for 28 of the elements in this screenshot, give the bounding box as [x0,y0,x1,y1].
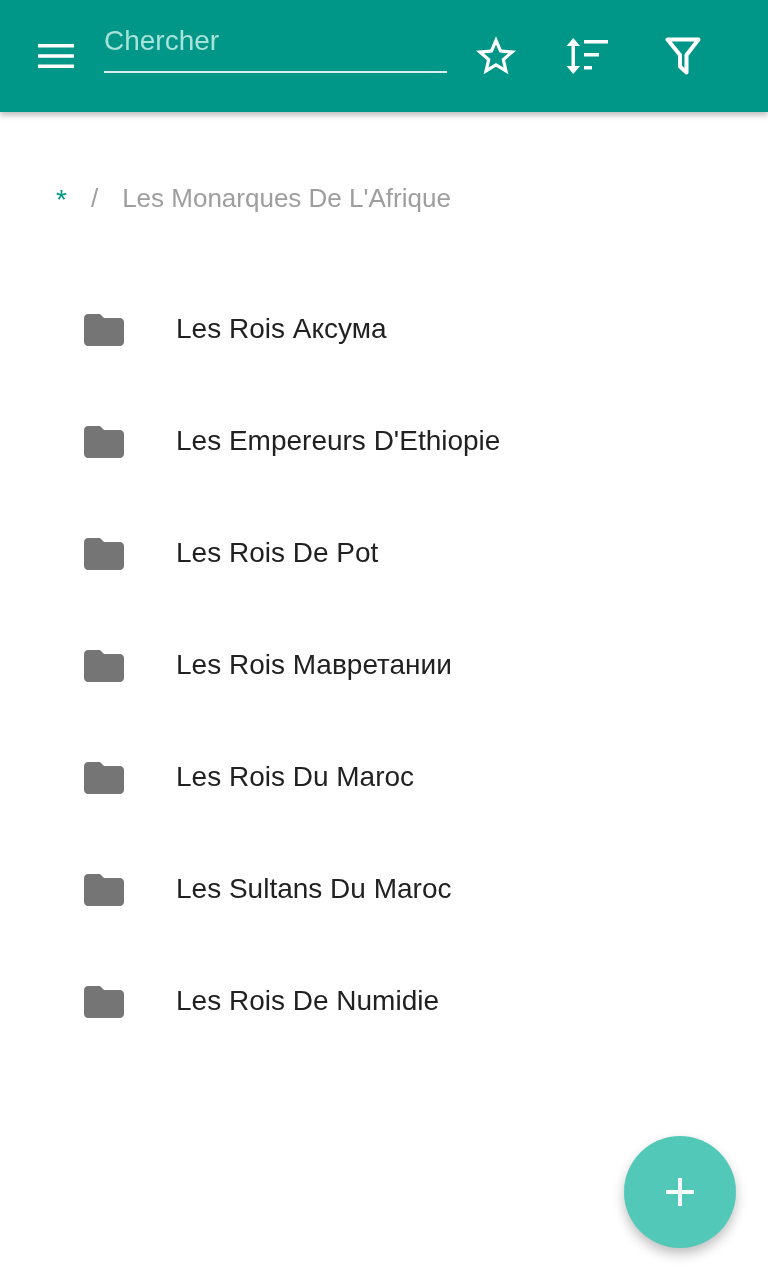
add-button[interactable] [624,1136,736,1248]
sort-button[interactable] [566,38,608,74]
breadcrumb-current: Les Monarques De L'Afrique [122,182,451,214]
folder-icon [84,874,124,906]
folder-item[interactable]: Les Sultans Du Maroc [0,833,768,945]
folder-item[interactable]: Les Rois De Numidie [0,945,768,1057]
folder-item[interactable]: Les Rois De Pot [0,497,768,609]
menu-icon [38,44,74,68]
folder-item[interactable]: Les Empereurs D'Ethiopie [0,385,768,497]
favorites-button[interactable] [476,35,516,75]
star-outline-icon [476,35,516,75]
folder-item[interactable]: Les Rois Мавретании [0,609,768,721]
folder-icon [84,538,124,570]
folder-item[interactable]: Les Rois Аксума [0,273,768,385]
filter-icon [665,37,701,75]
folder-icon [84,426,124,458]
breadcrumb-separator: / [90,182,99,214]
folder-icon [84,314,124,346]
filter-button[interactable] [665,37,701,75]
folder-icon [84,762,124,794]
sort-icon [566,38,608,74]
folder-item[interactable]: Les Rois Du Maroc [0,721,768,833]
search-field[interactable]: Chercher [104,21,447,73]
folder-icon [84,650,124,682]
menu-button[interactable] [38,44,74,68]
plus-icon [666,1178,694,1206]
folder-icon [84,986,124,1018]
breadcrumb-root-link[interactable]: * [56,184,67,216]
